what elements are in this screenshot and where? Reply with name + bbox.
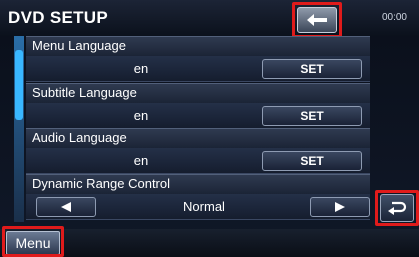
row-label: Dynamic Range Control [32,176,171,191]
highlight-menu-button [2,226,64,257]
right-triangle-icon [335,202,345,212]
drc-prev-button[interactable] [36,197,96,217]
row-label: Menu Language [32,38,126,53]
scroll-thumb[interactable] [15,50,23,120]
left-triangle-icon [61,202,71,212]
row-label: Subtitle Language [32,85,137,100]
set-button-menu-language[interactable]: SET [262,59,362,79]
dvd-setup-screen: DVD SETUP 00:00 Menu Language en SET Sub… [0,0,419,257]
drc-next-button[interactable] [310,197,370,217]
scroll-indicator[interactable] [14,36,24,222]
top-bar: DVD SETUP 00:00 [0,0,419,36]
drc-value: Normal [183,199,225,214]
set-button-audio-language[interactable]: SET [262,151,362,171]
row-label: Audio Language [32,130,127,145]
row-value: en [133,61,149,76]
set-button-subtitle-language[interactable]: SET [262,106,362,126]
row-value: en [133,153,149,168]
highlight-back-button [292,2,342,38]
row-value: en [133,108,149,123]
clock: 00:00 [381,12,407,23]
highlight-return-button [375,190,419,226]
page-title: DVD SETUP [8,8,108,27]
